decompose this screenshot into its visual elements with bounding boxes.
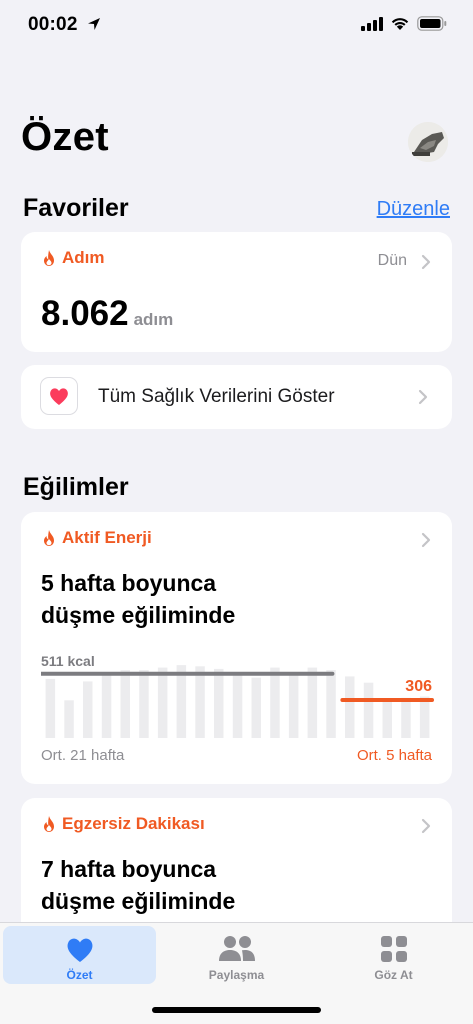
exercise-minutes-title: Egzersiz Dakikası (62, 814, 205, 833)
chart-bar (288, 672, 299, 738)
chart-bar (157, 667, 168, 738)
steps-date-label: Dün (377, 252, 407, 269)
active-energy-summary: 5 hafta boyunca düşme eğiliminde (41, 567, 421, 631)
heart-icon (50, 388, 68, 405)
show-all-health-data-row[interactable]: Tüm Sağlık Verilerini Göster (21, 365, 452, 429)
steps-value: 8.062 (41, 294, 129, 333)
people-icon (218, 936, 255, 961)
edit-favorites-link[interactable]: Düzenle (377, 198, 450, 221)
chart-bar (270, 667, 280, 738)
active-energy-trend-card[interactable]: Aktif Enerji 5 hafta boyunca düşme eğili… (21, 512, 452, 784)
long-average-caption: Ort. 21 hafta (41, 747, 125, 764)
chevron-right-icon (421, 532, 431, 548)
status-bar: 00:02 (0, 0, 473, 50)
chart-bar (419, 696, 430, 738)
status-time: 00:02 (28, 14, 78, 35)
active-energy-chart-svg: 511 kcal 306 (39, 653, 434, 738)
chart-bar (326, 670, 336, 738)
exercise-minutes-summary-line1: 7 hafta boyunca (41, 856, 217, 882)
chart-bar (195, 666, 205, 738)
flame-icon (44, 530, 54, 546)
tab-sharing-label: Paylaşma (208, 968, 265, 982)
tab-browse[interactable]: Göz At (317, 926, 470, 984)
active-energy-summary-line2: düşme eğiliminde (41, 602, 236, 628)
chart-bar (176, 665, 187, 738)
heart-icon (67, 938, 92, 962)
chart-bar (214, 668, 224, 738)
chevron-right-icon (421, 254, 431, 270)
battery-icon (417, 16, 447, 31)
chart-bar (64, 700, 74, 738)
chart-bar (120, 670, 130, 738)
tab-browse-label: Göz At (374, 968, 413, 982)
active-energy-summary-line1: 5 hafta boyunca (41, 570, 217, 596)
chart-bar (401, 697, 411, 738)
grid-icon (380, 936, 407, 962)
steps-card[interactable]: Adım Dün 8.062 adım (21, 232, 452, 352)
exercise-minutes-summary: 7 hafta boyunca düşme eğiliminde (41, 853, 421, 917)
wifi-icon (391, 18, 409, 30)
steps-card-header: Adım (42, 248, 105, 268)
short-average-caption: Ort. 5 hafta (356, 747, 432, 764)
active-energy-chart: 511 kcal 306 (39, 650, 434, 740)
tab-summary-label: Özet (66, 968, 93, 982)
tab-sharing[interactable]: Paylaşma (160, 926, 313, 984)
exercise-minutes-summary-line2: düşme eğiliminde (41, 888, 236, 914)
show-all-health-data-label: Tüm Sağlık Verilerini Göster (98, 386, 335, 407)
short-average-label: 306 (405, 678, 432, 695)
status-indicators (361, 16, 447, 31)
page-title: Özet (21, 115, 109, 159)
chart-bar (139, 670, 149, 738)
steps-unit: adım (133, 310, 174, 329)
trends-section-title: Eğilimler (23, 473, 129, 501)
chart-bar (83, 681, 93, 738)
chart-bar (307, 667, 318, 738)
exercise-minutes-header: Egzersiz Dakikası (42, 814, 205, 834)
profile-avatar[interactable] (408, 122, 448, 162)
chart-bar (345, 676, 355, 738)
chevron-right-icon (421, 818, 431, 834)
chart-bar (232, 673, 243, 738)
steps-value-row: 8.062 adım (41, 294, 173, 334)
flame-icon (44, 250, 54, 266)
cellular-signal-icon (361, 16, 383, 31)
chart-bar (45, 678, 56, 738)
chevron-right-icon (418, 389, 428, 405)
flame-icon (44, 816, 54, 832)
active-energy-header: Aktif Enerji (42, 528, 152, 548)
home-indicator (152, 1007, 321, 1013)
chart-bar (101, 672, 112, 738)
steps-card-title: Adım (62, 248, 105, 267)
avatar-image-icon (408, 122, 448, 162)
long-average-label: 511 kcal (41, 653, 95, 669)
favorites-section-title: Favoriler (23, 194, 129, 222)
chart-bar (382, 700, 392, 738)
active-energy-title: Aktif Enerji (62, 528, 152, 547)
location-arrow-icon (88, 18, 100, 30)
health-app-icon (40, 377, 78, 415)
chart-bar (363, 682, 374, 738)
tab-summary[interactable]: Özet (3, 926, 156, 984)
chart-bar (251, 677, 261, 738)
